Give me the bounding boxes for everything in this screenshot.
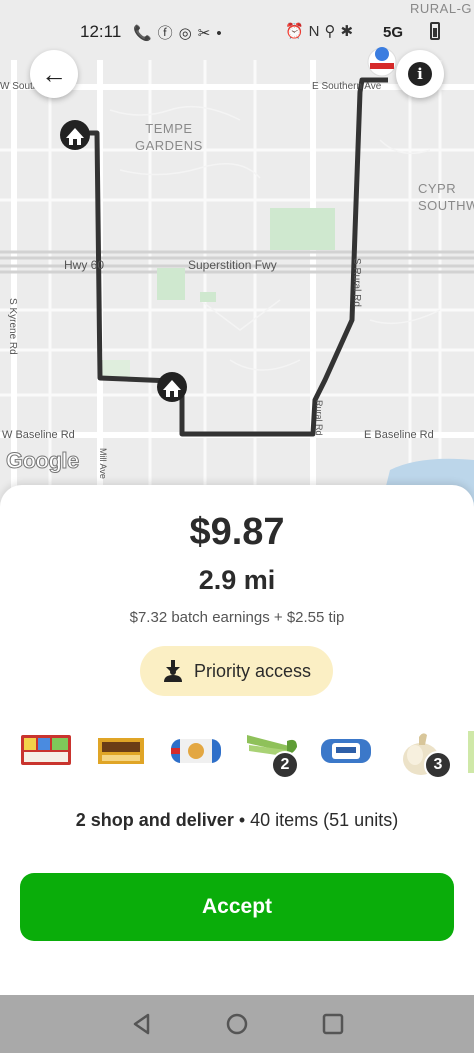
product-thumbnail: 3 (393, 725, 452, 781)
system-icons: ⏰N⚲✱ (285, 23, 359, 40)
battery-icon (430, 22, 440, 40)
accept-button[interactable]: Accept (20, 873, 454, 941)
google-logo: Google (6, 448, 80, 474)
priority-label: Priority access (193, 660, 312, 681)
product-thumbnail (93, 725, 149, 781)
product-thumbnail (468, 731, 474, 773)
arrow-left-icon: ← (41, 58, 67, 89)
road-label: E Southern Ave (312, 81, 382, 92)
road-label: S Rural Rd (351, 258, 362, 307)
batch-summary: 2 shop and deliver • 40 items (51 units) (0, 810, 474, 831)
area-label: TEMPE GARDENS (135, 121, 203, 153)
info-icon: i (408, 62, 432, 86)
quantity-badge: 3 (424, 751, 452, 779)
product-thumbnails: 2 3 (0, 725, 474, 785)
priority-access-badge: Priority access (140, 646, 333, 696)
road-label: S Kyrene Rd (7, 298, 18, 355)
batch-type: 2 shop and deliver (75, 810, 234, 830)
product-thumbnail: 2 (243, 725, 299, 781)
home-circle-icon[interactable] (225, 1012, 249, 1036)
priority-download-icon (163, 660, 182, 682)
quantity-badge: 2 (271, 751, 299, 779)
home-marker-icon (157, 372, 187, 402)
recents-square-icon[interactable] (321, 1012, 345, 1036)
product-thumbnail (18, 725, 74, 781)
home-marker-icon (60, 120, 90, 150)
system-nav-bar (0, 995, 474, 1053)
product-thumbnail (318, 725, 374, 781)
back-triangle-icon[interactable] (130, 1012, 154, 1036)
product-thumbnail (168, 725, 224, 781)
status-time: 12:11 (80, 22, 122, 41)
batch-items: • 40 items (51 units) (233, 810, 399, 830)
road-label: Hwy 60 (64, 258, 105, 272)
road-label: W Baseline Rd (2, 429, 75, 441)
offer-price: $9.87 (189, 511, 285, 553)
status-bar: 12:11 📞ⓕ◎✂• ⏰N⚲✱ 5G (0, 0, 474, 62)
road-label: Superstition Fwy (188, 258, 277, 272)
area-label: CYPR SOUTHW (418, 181, 474, 213)
earnings-breakdown: $7.32 batch earnings + $2.55 tip (129, 609, 345, 626)
road-label: Rural Rd (314, 400, 324, 436)
info-button[interactable]: i (396, 50, 444, 98)
offer-sheet: $9.87 2.9 mi $7.32 batch earnings + $2.5… (0, 485, 474, 995)
offer-distance: 2.9 mi (198, 565, 276, 595)
notification-icons: 📞ⓕ◎✂• (133, 25, 228, 42)
road-label: Mill Ave (98, 448, 108, 479)
back-button[interactable]: ← (30, 50, 78, 98)
road-label: E Baseline Rd (364, 429, 434, 441)
signal-5g-icon: 5G (383, 24, 404, 41)
